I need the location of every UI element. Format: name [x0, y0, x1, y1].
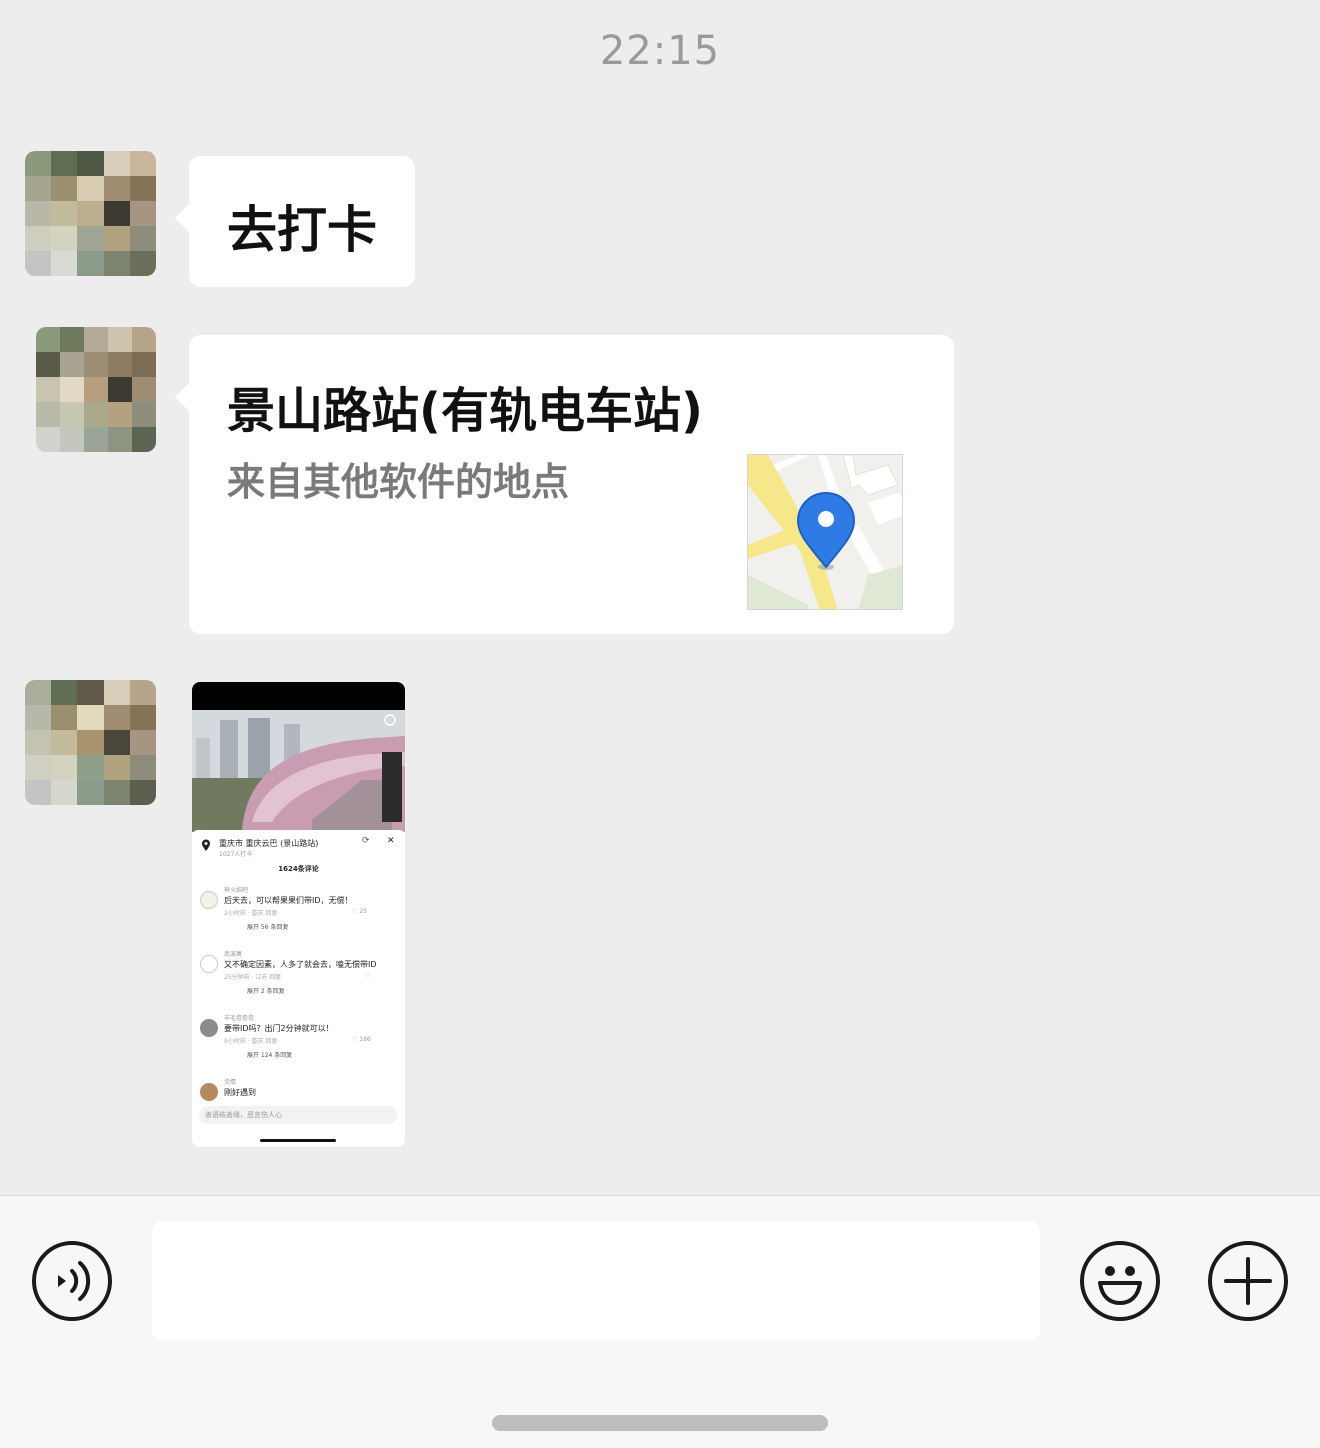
voice-button[interactable] [32, 1241, 112, 1321]
comment-avatar [200, 955, 218, 973]
close-icon: ✕ [387, 836, 395, 846]
like-count: 166 [359, 1036, 371, 1043]
comment-likes: ♡ 166 [352, 1036, 371, 1043]
comment-text: 后天去，可以帮果果们带ID，无偿！ [224, 896, 353, 905]
map-graphic [748, 455, 902, 609]
screenshot-photo [192, 710, 405, 832]
monorail-photo [192, 710, 405, 832]
refresh-icon: ⟳ [362, 836, 370, 846]
comment-likes: ♡ 25 [352, 908, 367, 915]
comment-avatar [200, 1083, 218, 1101]
comment-author: 神火焰吧 [224, 887, 249, 894]
location-map-thumbnail [747, 454, 903, 610]
comment-avatar [200, 1019, 218, 1037]
comment-text: 要带ID吗？出门2分钟就可以！ [224, 1024, 334, 1033]
message-input[interactable] [152, 1221, 1040, 1341]
emoji-button[interactable] [1080, 1241, 1160, 1321]
comment-meta: 25分钟前 · 江苏 回复 [224, 974, 282, 981]
more-actions-button[interactable] [1208, 1241, 1288, 1321]
comment-author: 羊毛卷卷卷 [224, 1015, 255, 1022]
timestamp: 22:15 [599, 28, 721, 74]
screenshot-image-message[interactable]: 重庆市 重庆云巴 (景山路站) 1027人打卡 ⟳ ✕ 1624条评论 神火焰吧… [192, 682, 405, 1147]
avatar[interactable] [25, 151, 156, 276]
text-message-bubble[interactable]: 去打卡 [175, 156, 415, 287]
comment-text: 又不确定因素，人多了就会去，嗑无偿带ID [224, 960, 377, 969]
screenshot-checkins: 1027人打卡 [219, 851, 253, 858]
comment-author: 沈倩 [224, 1079, 237, 1086]
screenshot-comment-input: 善语结善缘，恶言伤人心 [199, 1106, 397, 1124]
location-subtitle: 来自其他软件的地点 [227, 460, 570, 504]
plus-icon [1224, 1257, 1272, 1305]
comments-header: 1624条评论 [278, 865, 319, 873]
expand-replies: 展开 56 条回复 [247, 924, 289, 931]
comment-likes: ♡ [365, 972, 371, 979]
screenshot-home-indicator [260, 1139, 336, 1142]
screenshot-status-bar [192, 682, 405, 710]
location-title: 景山路站(有轨电车站) [227, 383, 703, 439]
message-text: 去打卡 [227, 201, 377, 259]
like-count: 25 [359, 908, 367, 915]
bubble-tail [175, 204, 189, 232]
comment-text: 刚好遇到 [224, 1088, 256, 1097]
home-indicator[interactable] [492, 1415, 828, 1431]
expand-replies: 展开 2 条回复 [247, 988, 285, 995]
voice-icon [58, 1261, 91, 1301]
chat-input-bar [0, 1195, 1320, 1448]
comment-avatar [200, 891, 218, 909]
screenshot-location-line: 重庆市 重庆云巴 (景山路站) [219, 839, 319, 848]
location-pin-icon [202, 839, 210, 851]
expand-replies: 展开 124 条回复 [247, 1052, 293, 1059]
emoji-icon [1098, 1266, 1142, 1305]
avatar[interactable] [36, 327, 156, 452]
comment-author: 南波萬 [224, 951, 243, 958]
avatar[interactable] [25, 680, 156, 805]
comment-meta: 2小时前 · 重庆 回复 [224, 910, 278, 917]
location-message-bubble[interactable]: 景山路站(有轨电车站) 来自其他软件的地点 [175, 335, 954, 634]
bubble-tail [175, 383, 189, 411]
comment-meta: 9小时前 · 重庆 回复 [224, 1038, 278, 1045]
screenshot-comment-panel: 重庆市 重庆云巴 (景山路站) 1027人打卡 ⟳ ✕ 1624条评论 神火焰吧… [192, 830, 405, 1147]
